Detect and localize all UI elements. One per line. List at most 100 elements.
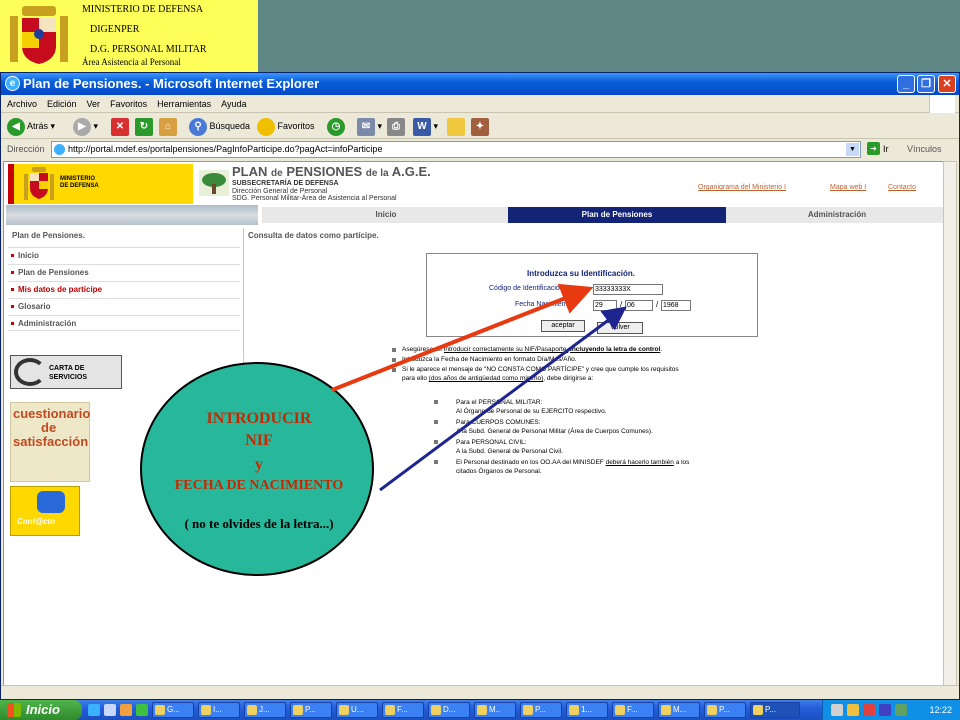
system-tray: 12:22 (822, 700, 960, 720)
task-9[interactable]: P... (520, 702, 562, 718)
task-8[interactable]: M.. (474, 702, 516, 718)
quicklaunch-media-icon[interactable] (120, 704, 132, 716)
cuestionario-button[interactable]: cuestionario de satisfacción (10, 402, 90, 482)
mail-button[interactable]: ✉ ▾ (357, 116, 382, 136)
sub-bullet-icon (434, 460, 438, 464)
menu-herramientas[interactable]: Herramientas (151, 95, 215, 109)
tray-monitor-icon[interactable] (895, 704, 907, 716)
menu-ver[interactable]: Ver (81, 95, 105, 109)
browser-window: e Plan de Pensiones. - Microsoft Interne… (0, 72, 960, 700)
link-organigrama[interactable]: Organigrama del Ministerio I (698, 184, 786, 191)
callout-circle: INTRODUCIR NIF y FECHA DE NACIMIENTO ( n… (140, 362, 374, 576)
back-button[interactable]: ◀ Atrás ▾ (7, 116, 55, 136)
back-form-button[interactable]: Volver (597, 322, 643, 334)
sub-bullet-icon (434, 400, 438, 404)
vertical-scrollbar[interactable] (943, 161, 957, 691)
favorites-button[interactable]: ★ Favoritos (257, 116, 315, 136)
instruction-1: Asegúrese de introducir correctamente su… (402, 346, 663, 353)
maximize-button[interactable]: ❐ (917, 75, 935, 93)
nav-plan-de-pensiones[interactable]: Plan de Pensiones (508, 207, 726, 223)
contacto-button[interactable]: Cont@cto (10, 486, 80, 536)
edit-button[interactable]: W ▾ (413, 116, 438, 136)
task-2[interactable]: I... (198, 702, 240, 718)
address-input[interactable]: http://portal.mdef.es/portalpensiones/Pa… (51, 141, 861, 158)
task-13[interactable]: P... (704, 702, 746, 718)
go-arrow-icon[interactable]: ➜ (867, 142, 880, 155)
dropdown-arrow-icon[interactable]: ▼ (846, 143, 859, 156)
title-bar[interactable]: e Plan de Pensiones. - Microsoft Interne… (1, 73, 959, 95)
quicklaunch-app-icon[interactable] (136, 704, 148, 716)
menu-ayuda[interactable]: Ayuda (215, 95, 250, 109)
close-button[interactable]: ✕ (938, 75, 956, 93)
task-6[interactable]: F... (382, 702, 424, 718)
task-11[interactable]: F... (612, 702, 654, 718)
quicklaunch-desktop-icon[interactable] (104, 704, 116, 716)
instruction-4: para ello (dos años de antigüedad como m… (402, 375, 594, 382)
menu-favoritos[interactable]: Favoritos (104, 95, 151, 109)
print-button[interactable]: ⎙ (387, 116, 405, 136)
task-1[interactable]: G... (152, 702, 194, 718)
quicklaunch-ie-icon[interactable] (88, 704, 100, 716)
accept-button[interactable]: aceptar (541, 320, 585, 332)
sidebar-item-glosario[interactable]: Glosario (8, 298, 240, 314)
tray-app-icon[interactable] (847, 704, 859, 716)
windows-logo-icon (7, 703, 21, 717)
windows-logo-icon (929, 95, 955, 113)
page-icon (54, 144, 65, 155)
print-icon: ⎙ (387, 117, 405, 136)
toolbar: ◀ Atrás ▾ ▶ ▾ ✕ ↻ ⌂ ⚲ Búsqueda ★ Favorit… (1, 113, 959, 139)
identification-form: Introduzca su Identificación. Código de … (426, 253, 758, 337)
task-7[interactable]: D... (428, 702, 470, 718)
carta-servicios-button[interactable]: CARTA DE SERVICIOS (10, 355, 122, 389)
tray-volume-icon[interactable] (879, 704, 891, 716)
sidebar-item-mis-datos[interactable]: Mis datos de partícipe (8, 281, 240, 297)
sidebar-item-plan[interactable]: Plan de Pensiones (8, 264, 240, 280)
stop-button[interactable]: ✕ (111, 116, 129, 136)
stop-icon: ✕ (111, 117, 129, 136)
task-3[interactable]: J... (244, 702, 286, 718)
link-contacto[interactable]: Contacto (888, 184, 916, 191)
menu-edicion[interactable]: Edición (41, 95, 81, 109)
header-background (258, 0, 960, 72)
bullet-icon (392, 368, 396, 372)
task-4[interactable]: P... (290, 702, 332, 718)
nav-inicio[interactable]: Inicio (290, 207, 482, 223)
month-input[interactable]: 06 (625, 300, 653, 311)
messenger-button[interactable]: ✦ (471, 116, 489, 136)
task-14-active[interactable]: P... (750, 702, 800, 718)
nav-administracion[interactable]: Administración (726, 207, 944, 223)
forward-button[interactable]: ▶ ▾ (73, 116, 98, 136)
history-button[interactable]: ◷ (327, 116, 345, 136)
sub-instruction-1: Para el PERSONAL MILITAR: (456, 399, 543, 406)
home-button[interactable]: ⌂ (159, 116, 177, 136)
callout-line-3: y (255, 456, 263, 473)
year-input[interactable]: 1968 (661, 300, 691, 311)
search-button[interactable]: ⚲ Búsqueda (189, 116, 250, 136)
banner-red-stripe (8, 164, 14, 204)
history-icon: ◷ (327, 117, 345, 136)
tray-shield-icon[interactable] (863, 704, 875, 716)
sidebar-item-administracion[interactable]: Administración (8, 315, 240, 331)
sub-instruction-2b: A la Subd. General de Personal Militar (… (456, 428, 653, 435)
sub-bullet-icon (434, 420, 438, 424)
task-12[interactable]: M... (658, 702, 700, 718)
task-5[interactable]: U... (336, 702, 378, 718)
links-label[interactable]: Vínculos (907, 144, 942, 154)
clock[interactable]: 12:22 (929, 700, 952, 720)
refresh-icon: ↻ (135, 117, 153, 136)
minimize-button[interactable]: _ (897, 75, 915, 93)
status-bar (1, 685, 959, 699)
tray-network-icon[interactable] (831, 704, 843, 716)
folder-button[interactable] (447, 116, 465, 136)
go-button[interactable]: Ir (883, 144, 889, 154)
day-input[interactable]: 29 (593, 300, 617, 311)
task-10[interactable]: 1... (566, 702, 608, 718)
callout-line-5: ( no te olvides de la letra...) (184, 516, 334, 531)
refresh-button[interactable]: ↻ (135, 116, 153, 136)
taskbar: Inicio G... I... J... P... U... F... D..… (0, 700, 960, 720)
code-input[interactable]: 33333333X (593, 284, 663, 295)
sidebar-item-inicio[interactable]: Inicio (8, 247, 240, 263)
link-mapa-web[interactable]: Mapa web I (830, 184, 866, 191)
menu-archivo[interactable]: Archivo (1, 95, 41, 109)
start-button[interactable]: Inicio (0, 700, 82, 720)
